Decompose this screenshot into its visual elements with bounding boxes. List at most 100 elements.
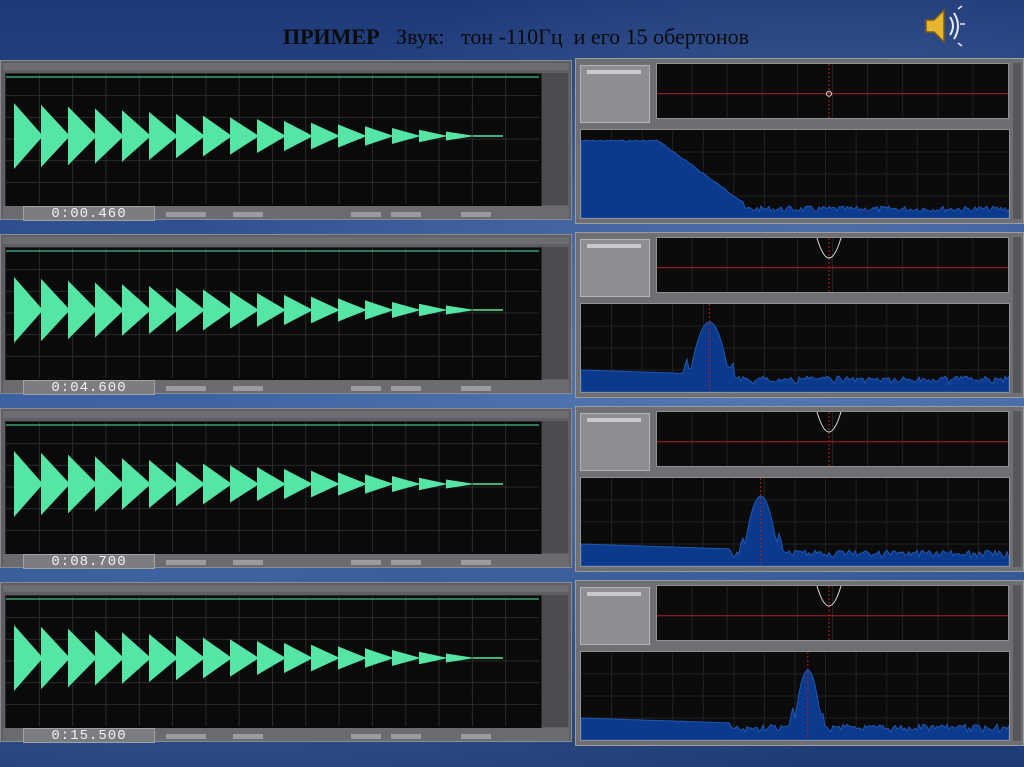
waveform-window: 0:08.700 xyxy=(0,408,572,569)
waveform-toolbar xyxy=(3,237,569,244)
waveform-pulse xyxy=(392,649,421,667)
waveform-pulse xyxy=(203,463,232,505)
waveform-pulse xyxy=(311,470,340,498)
status-field xyxy=(166,212,206,217)
waveform-pulse xyxy=(68,280,97,340)
waveform-pulse xyxy=(392,301,421,319)
analysis-window xyxy=(575,580,1024,746)
time-display: 0:08.700 xyxy=(23,554,155,569)
time-display: 0:15.500 xyxy=(23,728,155,743)
waveform-pulse xyxy=(41,626,70,690)
status-field xyxy=(166,386,206,391)
waveform-pulse xyxy=(338,646,367,670)
waveform-pulse xyxy=(419,477,448,491)
sound-panel: 0:15.500 xyxy=(0,580,1024,750)
waveform-level-ruler xyxy=(542,247,568,379)
waveform-pulse xyxy=(203,637,232,679)
waveform-pulse xyxy=(230,465,259,503)
status-field xyxy=(233,386,263,391)
waveform-toolbar xyxy=(3,63,569,70)
analysis-window xyxy=(575,58,1024,224)
waveform-pulse xyxy=(14,625,43,691)
info-label xyxy=(587,244,641,248)
status-field xyxy=(391,560,421,565)
waveform-pulse xyxy=(95,282,124,338)
waveform-pulse xyxy=(230,639,259,677)
waveform-toolbar xyxy=(3,585,569,592)
page-title: ПРИМЕР Звук: тон -110Гц и его 15 обертон… xyxy=(283,24,749,50)
waveform-display xyxy=(5,595,542,729)
status-field xyxy=(233,560,263,565)
waveform-pulse xyxy=(149,459,178,509)
waveform-display xyxy=(5,247,542,381)
analysis-ruler xyxy=(1013,63,1021,219)
spectrum-display xyxy=(580,651,1010,741)
waveform-pulse xyxy=(41,278,70,342)
spectrum-display xyxy=(580,477,1010,567)
waveform-pulse xyxy=(392,127,421,145)
waveform-pulse xyxy=(365,300,394,320)
waveform-pulse xyxy=(365,648,394,668)
status-field xyxy=(233,212,263,217)
waveform-pulse xyxy=(311,644,340,672)
status-field xyxy=(351,386,381,391)
waveform-pulse xyxy=(122,284,151,336)
time-display: 0:00.460 xyxy=(23,206,155,221)
waveform-pulse xyxy=(338,124,367,148)
status-field xyxy=(461,386,491,391)
waveform-pulse xyxy=(284,468,313,500)
time-display: 0:04.600 xyxy=(23,380,155,395)
analysis-info-box xyxy=(580,413,650,471)
waveform-pulse xyxy=(419,651,448,665)
waveform-pulse xyxy=(284,294,313,326)
waveform-pulse xyxy=(68,454,97,514)
waveform-window: 0:00.460 xyxy=(0,60,572,221)
waveform-pulse xyxy=(122,110,151,162)
sound-panel: 0:04.600 xyxy=(0,232,1024,402)
status-field xyxy=(461,734,491,739)
waveform-pulse xyxy=(365,474,394,494)
waveform-pulse xyxy=(14,451,43,517)
waveform-level-ruler xyxy=(542,595,568,727)
status-field xyxy=(391,212,421,217)
waveform-pulse xyxy=(284,642,313,674)
analysis-ruler xyxy=(1013,237,1021,393)
waveform-pulse xyxy=(176,287,205,333)
waveform-pulse xyxy=(338,298,367,322)
status-field xyxy=(166,560,206,565)
waveform-pulse xyxy=(14,277,43,343)
status-field xyxy=(391,386,421,391)
spectrum-display xyxy=(580,303,1010,393)
waveform-pulse xyxy=(122,632,151,684)
waveform-pulse xyxy=(230,291,259,329)
sound-panel: 0:08.700 xyxy=(0,406,1024,576)
waveform-window: 0:15.500 xyxy=(0,582,572,743)
waveform-pulse xyxy=(419,129,448,143)
sound-panel: 0:00.460 xyxy=(0,58,1024,228)
waveform-pulse xyxy=(95,456,124,512)
waveform-pulse xyxy=(257,119,286,153)
waveform-pulse xyxy=(149,111,178,161)
waveform-pulse xyxy=(41,104,70,168)
waveform-pulse xyxy=(176,461,205,507)
waveform-pulse xyxy=(203,289,232,331)
waveform-pulse xyxy=(311,296,340,324)
status-field xyxy=(461,560,491,565)
info-label xyxy=(587,418,641,422)
speaker-volume-icon[interactable] xyxy=(918,4,966,48)
analysis-ruler xyxy=(1013,585,1021,741)
status-field xyxy=(391,734,421,739)
waveform-pulse xyxy=(311,122,340,150)
info-label xyxy=(587,592,641,596)
status-field xyxy=(166,734,206,739)
status-field xyxy=(351,734,381,739)
waveform-window: 0:04.600 xyxy=(0,234,572,395)
waveform-pulse xyxy=(68,106,97,166)
title-bold: ПРИМЕР xyxy=(283,24,380,49)
waveform-display xyxy=(5,421,542,555)
info-label xyxy=(587,70,641,74)
waveform-toolbar xyxy=(3,411,569,418)
analysis-info-box xyxy=(580,65,650,123)
waveform-pulse xyxy=(176,113,205,159)
waveform-pulse xyxy=(68,628,97,688)
